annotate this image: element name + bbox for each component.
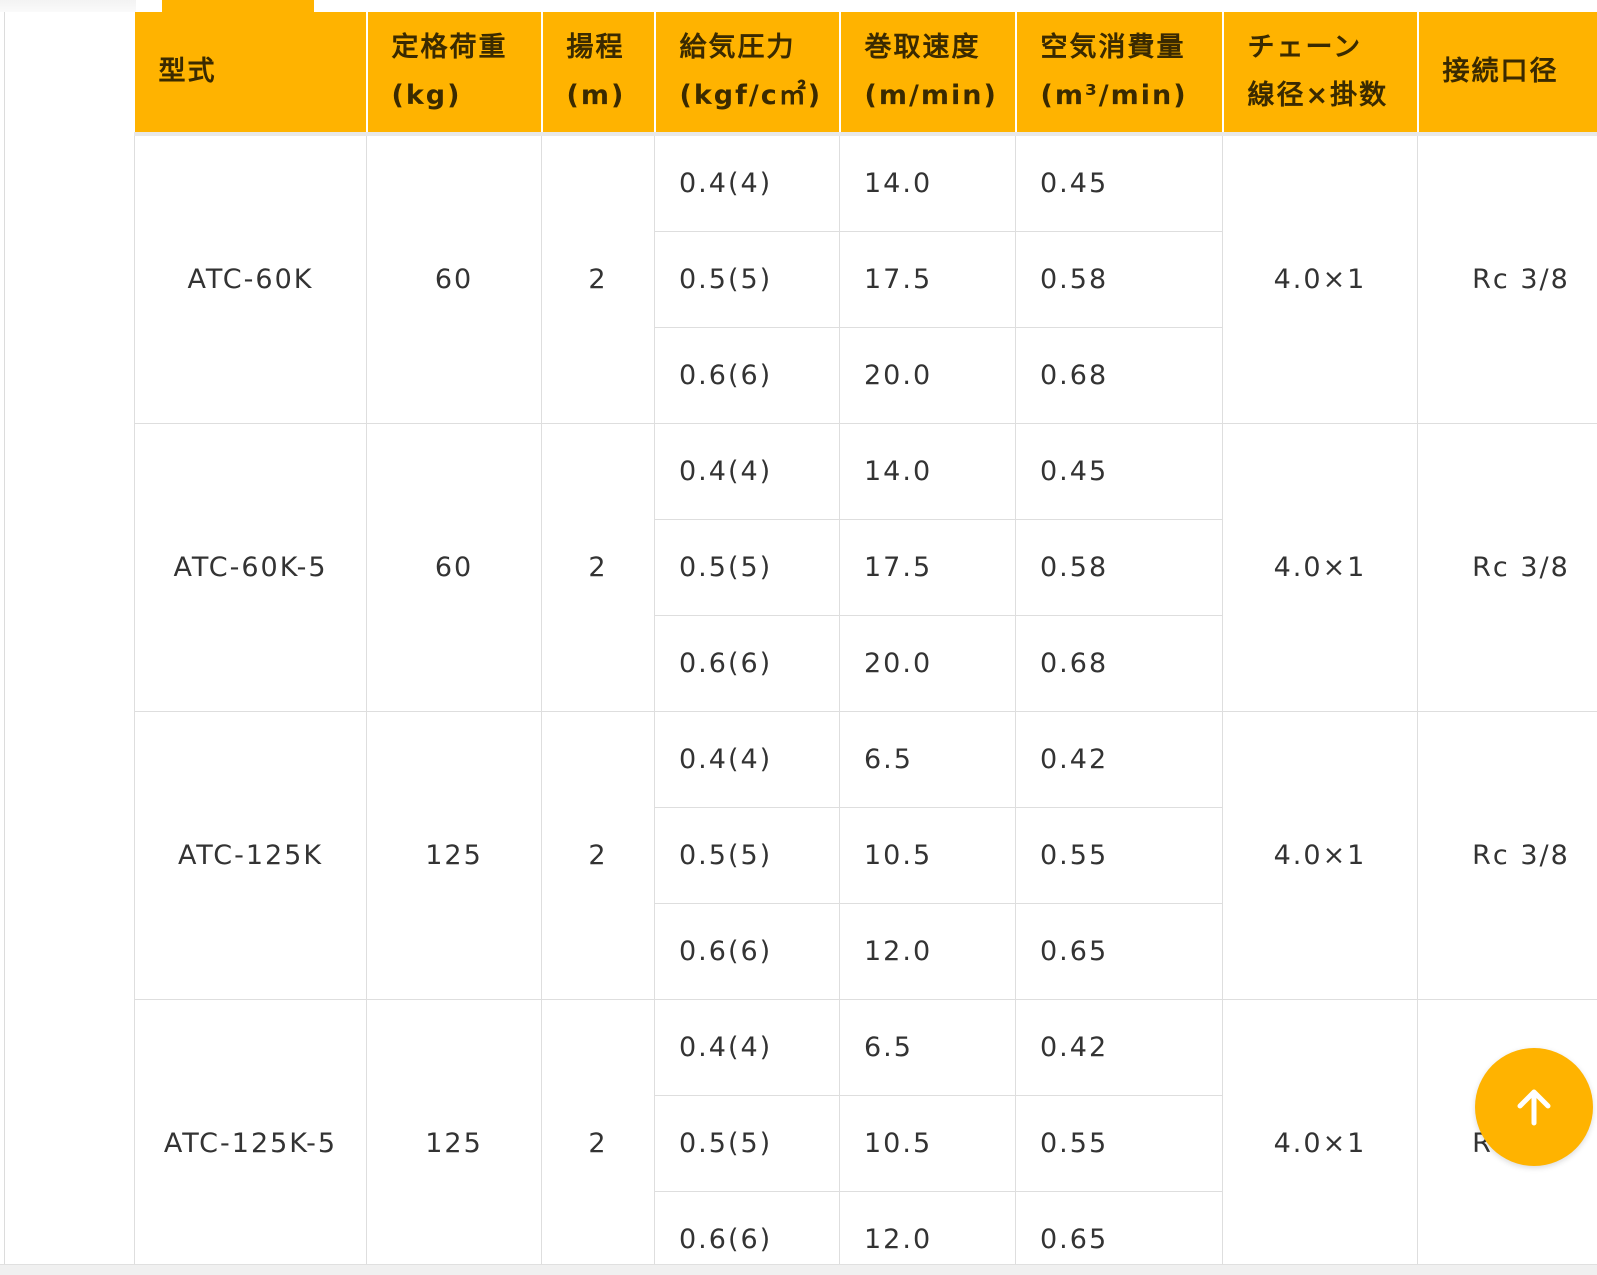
bottom-bar <box>0 1264 1597 1275</box>
table-body: ATC-60K 60 2 0.4(4) 14.0 0.45 4.0×1 Rc 3… <box>135 134 1597 1264</box>
cell-pressure: 0.6(6) <box>655 1192 840 1265</box>
arrow-up-icon <box>1510 1083 1558 1131</box>
header-line: 定格荷重 <box>392 24 517 72</box>
cell-model: ATC-125K-5 <box>135 1000 367 1265</box>
header-line: 空気消費量 <box>1041 24 1198 72</box>
cell-pressure: 0.4(4) <box>655 134 840 232</box>
scroll-to-top-button[interactable] <box>1475 1048 1593 1166</box>
cell-load: 125 <box>367 1000 542 1265</box>
cell-chain: 4.0×1 <box>1223 1000 1418 1265</box>
cell-speed: 10.5 <box>840 808 1016 904</box>
cell-load: 125 <box>367 712 542 1000</box>
header-lift: 揚程(m) <box>542 12 655 134</box>
header-line: 接続口径 <box>1443 48 1597 96</box>
table-viewport[interactable]: 型式 定格荷重(kg) 揚程(m) 給気圧力(kgf/c㎡) 巻取速度(m/mi… <box>134 12 1597 1264</box>
cell-pressure: 0.6(6) <box>655 616 840 712</box>
cell-pressure: 0.5(5) <box>655 232 840 328</box>
cell-speed: 10.5 <box>840 1096 1016 1192</box>
cell-air: 0.42 <box>1016 1000 1223 1096</box>
cell-lift: 2 <box>542 134 655 424</box>
cell-speed: 6.5 <box>840 712 1016 808</box>
header-row: 型式 定格荷重(kg) 揚程(m) 給気圧力(kgf/c㎡) 巻取速度(m/mi… <box>135 12 1597 134</box>
cell-speed: 6.5 <box>840 1000 1016 1096</box>
page: 型式 定格荷重(kg) 揚程(m) 給気圧力(kgf/c㎡) 巻取速度(m/mi… <box>0 0 1597 1274</box>
cell-model: ATC-125K <box>135 712 367 1000</box>
cell-load: 60 <box>367 424 542 712</box>
cell-speed: 12.0 <box>840 904 1016 1000</box>
header-line: (kg) <box>392 72 517 120</box>
cell-air: 0.65 <box>1016 904 1223 1000</box>
header-model: 型式 <box>135 12 367 134</box>
top-accent-tab <box>162 0 314 12</box>
cell-speed: 14.0 <box>840 134 1016 232</box>
header-line: (kgf/c㎡) <box>680 72 815 120</box>
cell-lift: 2 <box>542 712 655 1000</box>
cell-pressure: 0.5(5) <box>655 808 840 904</box>
header-port: 接続口径 <box>1418 12 1597 134</box>
cell-pressure: 0.5(5) <box>655 1096 840 1192</box>
cell-speed: 20.0 <box>840 328 1016 424</box>
left-border <box>4 0 5 1264</box>
header-line: 揚程 <box>567 24 630 72</box>
header-line: 型式 <box>159 48 342 96</box>
table-head: 型式 定格荷重(kg) 揚程(m) 給気圧力(kgf/c㎡) 巻取速度(m/mi… <box>135 12 1597 134</box>
cell-pressure: 0.4(4) <box>655 1000 840 1096</box>
cell-air: 0.58 <box>1016 232 1223 328</box>
header-load: 定格荷重(kg) <box>367 12 542 134</box>
cell-pressure: 0.6(6) <box>655 904 840 1000</box>
header-speed: 巻取速度(m/min) <box>840 12 1016 134</box>
cell-pressure: 0.4(4) <box>655 712 840 808</box>
cell-air: 0.65 <box>1016 1192 1223 1265</box>
cell-model: ATC-60K <box>135 134 367 424</box>
top-shadow <box>0 0 136 12</box>
header-line: 給気圧力 <box>680 24 815 72</box>
cell-port: Rc 3/8 <box>1418 134 1597 424</box>
cell-air: 0.68 <box>1016 616 1223 712</box>
cell-lift: 2 <box>542 424 655 712</box>
header-pressure: 給気圧力(kgf/c㎡) <box>655 12 840 134</box>
spec-table: 型式 定格荷重(kg) 揚程(m) 給気圧力(kgf/c㎡) 巻取速度(m/mi… <box>134 12 1597 1264</box>
table-row: ATC-125K 125 2 0.4(4) 6.5 0.42 4.0×1 Rc … <box>135 712 1597 808</box>
cell-speed: 12.0 <box>840 1192 1016 1265</box>
table-row: ATC-125K-5 125 2 0.4(4) 6.5 0.42 4.0×1 R… <box>135 1000 1597 1096</box>
cell-load: 60 <box>367 134 542 424</box>
header-line: (m) <box>567 72 630 120</box>
header-line: チェーン <box>1248 24 1393 72</box>
cell-lift: 2 <box>542 1000 655 1265</box>
header-line: (m/min) <box>865 72 991 120</box>
cell-air: 0.45 <box>1016 424 1223 520</box>
cell-speed: 17.5 <box>840 520 1016 616</box>
cell-air: 0.42 <box>1016 712 1223 808</box>
cell-port: Rc 3/8 <box>1418 424 1597 712</box>
cell-pressure: 0.4(4) <box>655 424 840 520</box>
cell-pressure: 0.6(6) <box>655 328 840 424</box>
cell-chain: 4.0×1 <box>1223 424 1418 712</box>
cell-chain: 4.0×1 <box>1223 712 1418 1000</box>
cell-air: 0.45 <box>1016 134 1223 232</box>
cell-air: 0.58 <box>1016 520 1223 616</box>
cell-air: 0.68 <box>1016 328 1223 424</box>
cell-port: Rc 3/8 <box>1418 712 1597 1000</box>
header-air: 空気消費量(m³/min) <box>1016 12 1223 134</box>
table-row: ATC-60K-5 60 2 0.4(4) 14.0 0.45 4.0×1 Rc… <box>135 424 1597 520</box>
header-line: 線径×掛数 <box>1248 72 1393 120</box>
cell-pressure: 0.5(5) <box>655 520 840 616</box>
header-line: (m³/min) <box>1041 72 1198 120</box>
table-row: ATC-60K 60 2 0.4(4) 14.0 0.45 4.0×1 Rc 3… <box>135 134 1597 232</box>
header-line: 巻取速度 <box>865 24 991 72</box>
cell-model: ATC-60K-5 <box>135 424 367 712</box>
header-chain: チェーン線径×掛数 <box>1223 12 1418 134</box>
cell-air: 0.55 <box>1016 1096 1223 1192</box>
cell-speed: 20.0 <box>840 616 1016 712</box>
cell-speed: 14.0 <box>840 424 1016 520</box>
cell-air: 0.55 <box>1016 808 1223 904</box>
cell-chain: 4.0×1 <box>1223 134 1418 424</box>
cell-speed: 17.5 <box>840 232 1016 328</box>
